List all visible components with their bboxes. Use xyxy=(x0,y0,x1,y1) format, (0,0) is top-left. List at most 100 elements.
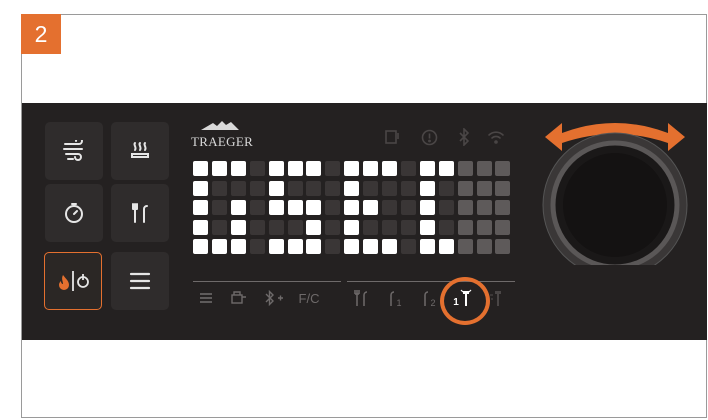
display-cell xyxy=(325,239,341,254)
display-cell xyxy=(419,200,435,215)
display-cell xyxy=(306,239,322,254)
probe-2-icon: 2 xyxy=(418,288,440,308)
probe-1-label: 1 xyxy=(396,298,402,308)
display-cell xyxy=(344,219,360,235)
display-cell xyxy=(419,161,435,176)
display-cell xyxy=(457,180,473,196)
timer-button[interactable] xyxy=(45,184,103,242)
display-cell xyxy=(325,219,341,235)
display-cell xyxy=(495,219,511,235)
display-cell xyxy=(325,200,341,215)
display-cell xyxy=(249,161,265,176)
display-cell xyxy=(495,180,511,196)
display-cell xyxy=(457,161,473,176)
menu-button[interactable] xyxy=(111,252,169,310)
display-cell xyxy=(419,180,435,196)
display-cell xyxy=(363,200,379,215)
display-cell xyxy=(400,180,416,196)
display-cell xyxy=(344,200,360,215)
pellet-icon xyxy=(383,128,401,146)
display-cell xyxy=(400,239,416,254)
display-cell xyxy=(438,200,454,215)
brand-logo: TRAEGER xyxy=(191,134,254,149)
display-cell xyxy=(400,200,416,215)
ignite-shutdown-button[interactable] xyxy=(44,252,102,310)
step-badge: 2 xyxy=(21,14,61,54)
display-cell xyxy=(249,200,265,215)
display-cell xyxy=(476,180,492,196)
probe-2-label: 2 xyxy=(430,298,436,308)
menu-icon xyxy=(129,272,151,290)
keep-warm-button[interactable] xyxy=(111,122,169,180)
display-cell xyxy=(249,219,265,235)
display-cell xyxy=(193,180,208,196)
probe-button[interactable] xyxy=(111,184,169,242)
display-cell xyxy=(306,180,322,196)
bluetooth-icon xyxy=(455,128,473,146)
display-cell xyxy=(268,239,284,254)
display-cell xyxy=(193,200,208,215)
display-cell xyxy=(363,239,379,254)
alert-icon xyxy=(420,128,438,146)
display-cell xyxy=(476,219,492,235)
display-cell xyxy=(230,219,246,235)
display-cell xyxy=(230,200,246,215)
display-cell xyxy=(363,161,379,176)
display-cell xyxy=(382,219,397,235)
probe-all-icon xyxy=(352,288,370,308)
display-cell xyxy=(211,239,227,254)
wind-icon xyxy=(63,140,83,161)
display-cell xyxy=(495,161,511,176)
bluetooth-pair-icon xyxy=(263,288,285,308)
display-cell xyxy=(438,180,454,196)
display-cell xyxy=(211,219,227,235)
display-cell xyxy=(211,180,227,196)
highlight-circle xyxy=(440,277,490,325)
display-cell xyxy=(382,200,397,215)
display-cell xyxy=(419,219,435,235)
display-cell xyxy=(268,180,284,196)
display-cell xyxy=(457,239,473,254)
display-cell xyxy=(193,239,208,254)
display-cell xyxy=(438,219,454,235)
display-cell xyxy=(230,180,246,196)
display-cell xyxy=(344,239,360,254)
display-cell xyxy=(287,200,303,215)
flame-power-icon xyxy=(59,271,89,291)
display-cell xyxy=(457,200,473,215)
display-cell xyxy=(344,180,360,196)
display-cell xyxy=(268,219,284,235)
display-cell xyxy=(306,219,322,235)
display-cell xyxy=(230,161,246,176)
display-cell xyxy=(325,180,341,196)
display-cell xyxy=(268,200,284,215)
display-cell xyxy=(382,180,397,196)
display-cell xyxy=(382,239,397,254)
probe-icon xyxy=(132,203,148,223)
divider-left xyxy=(193,281,341,282)
display-cell xyxy=(400,219,416,235)
display-cell xyxy=(476,239,492,254)
display-cell xyxy=(495,200,511,215)
display-cell xyxy=(268,161,284,176)
display-cell xyxy=(287,180,303,196)
wifi-icon xyxy=(487,128,505,146)
display-cell xyxy=(363,180,379,196)
heat-waves-icon xyxy=(131,142,149,158)
display-cell xyxy=(438,239,454,254)
display-cell xyxy=(325,161,341,176)
display-cell xyxy=(249,239,265,254)
divider-right xyxy=(347,281,515,282)
control-dial[interactable] xyxy=(540,105,690,265)
display-cell xyxy=(230,239,246,254)
stopwatch-icon xyxy=(65,203,83,223)
super-smoke-button[interactable] xyxy=(45,122,103,180)
menu-indicator-icon xyxy=(197,288,215,308)
display-cell xyxy=(438,161,454,176)
display-cell xyxy=(249,180,265,196)
probe-1-icon: 1 xyxy=(384,288,406,308)
display-cell xyxy=(476,161,492,176)
display-cell xyxy=(419,239,435,254)
display-cell xyxy=(363,219,379,235)
display-cell xyxy=(193,161,208,176)
